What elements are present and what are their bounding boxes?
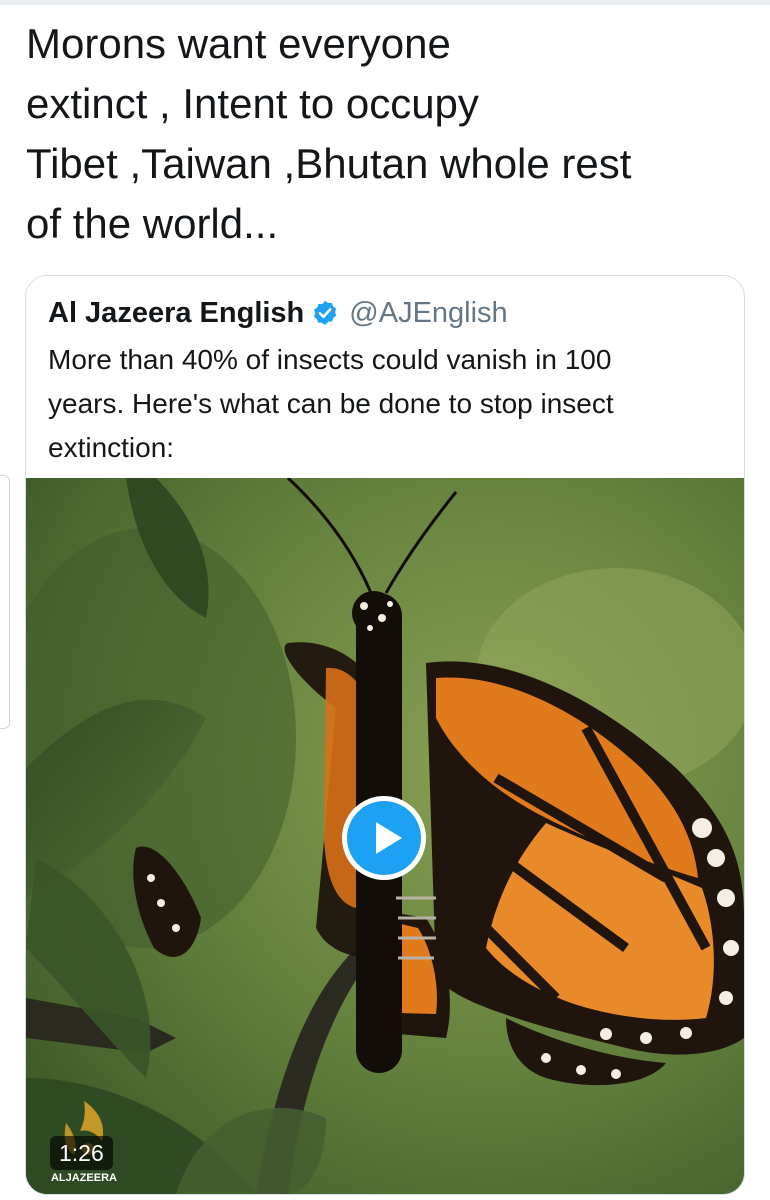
author-name[interactable]: Al Jazeera English bbox=[48, 297, 304, 330]
side-scroll-handle[interactable] bbox=[0, 475, 10, 729]
quoted-tweet-header: Al Jazeera English @AJEnglish bbox=[48, 293, 508, 333]
play-button[interactable] bbox=[342, 796, 426, 880]
quoted-tweet-card[interactable]: Al Jazeera English @AJEnglish More than … bbox=[25, 275, 745, 1195]
tweet-text: Morons want everyone extinct , Intent to… bbox=[26, 20, 632, 247]
author-handle[interactable]: @AJEnglish bbox=[349, 297, 507, 330]
quoted-tweet-text: More than 40% of insects could vanish in… bbox=[48, 344, 614, 463]
verified-badge-icon bbox=[311, 299, 339, 327]
video-duration-badge: 1:26 bbox=[50, 1136, 113, 1170]
logo-wordmark: ALJAZEERA bbox=[51, 1172, 117, 1184]
video-thumbnail[interactable]: ALJAZEERA 1:26 bbox=[26, 478, 744, 1194]
screen: Morons want everyone extinct , Intent to… bbox=[0, 0, 770, 1200]
play-icon bbox=[347, 801, 421, 875]
top-divider bbox=[0, 0, 770, 5]
